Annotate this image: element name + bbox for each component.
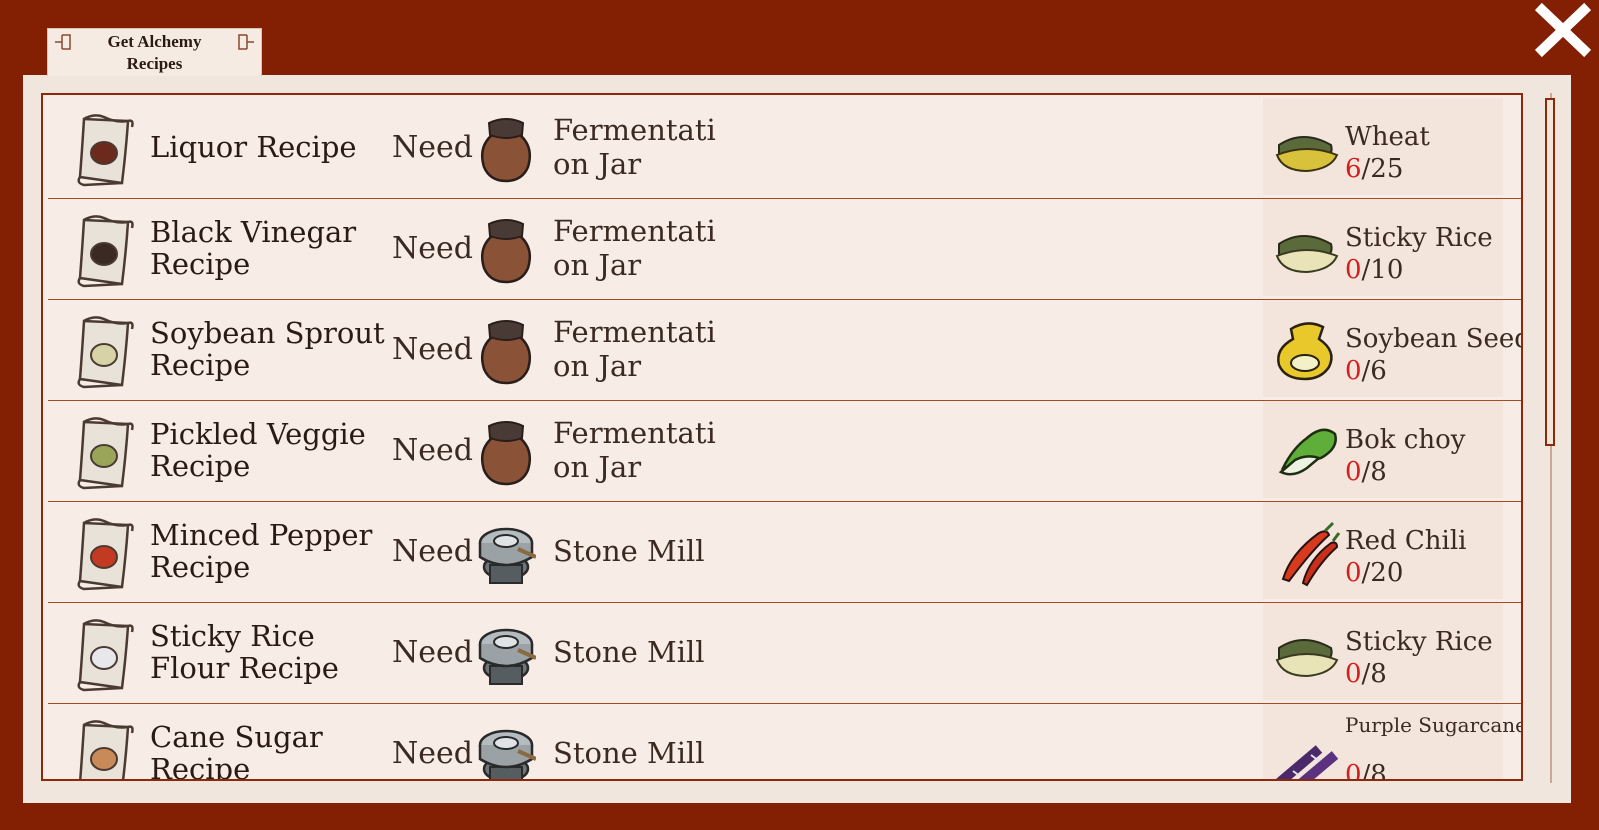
recipe-scroll-icon <box>77 316 134 389</box>
ingredient-count: 6/25 <box>1345 153 1403 185</box>
tab-label: Get Alchemy Recipes <box>107 32 202 73</box>
recipe-name: Soybean Sprout Recipe <box>150 315 385 382</box>
ingredient-total: /8 <box>1361 760 1387 781</box>
ingredient-count: 0/6 <box>1345 355 1387 387</box>
need-label: Need <box>392 635 473 670</box>
ingredient-name: Soybean Seed <box>1345 324 1523 354</box>
ingredient-have: 0 <box>1345 356 1362 386</box>
recipe-scroll-icon <box>77 114 134 187</box>
ingredient-count: 0/8 <box>1345 658 1387 690</box>
station-name: Stone Mill <box>553 634 705 669</box>
recipe-name: Liquor Recipe <box>150 129 357 164</box>
ingredient-total: /8 <box>1361 457 1387 487</box>
ingredient-have: 0 <box>1345 558 1362 588</box>
fermentation-jar-icon <box>481 118 531 183</box>
ingredient-have: 0 <box>1345 457 1362 487</box>
ingredient-total: /8 <box>1361 659 1387 689</box>
soybean-icon <box>1277 322 1333 381</box>
recipe-name: Black Vinegar Recipe <box>150 214 357 281</box>
corner-ornament-icon <box>238 34 254 50</box>
recipe-list[interactable]: Liquor Recipe Need Fermentation Jar Whea… <box>41 93 1523 781</box>
ingredient-have: 0 <box>1345 760 1362 781</box>
recipe-row[interactable]: Cane Sugar Recipe Need Stone Mill Purple… <box>48 701 1523 781</box>
fermentation-jar-icon <box>481 320 531 385</box>
scroll-thumb[interactable] <box>1545 98 1555 446</box>
fermentation-jar-icon <box>481 219 531 284</box>
recipe-row[interactable]: Liquor Recipe Need Fermentation Jar Whea… <box>48 95 1521 199</box>
ingredient-have: 0 <box>1345 255 1362 285</box>
stone-mill-icon <box>478 628 536 685</box>
recipe-scroll-icon <box>77 619 134 692</box>
ingredient-name: Wheat <box>1345 122 1430 152</box>
rice-icon <box>1275 639 1339 678</box>
stone-mill-icon <box>478 729 536 779</box>
recipe-name: Pickled Veggie Recipe <box>150 416 366 483</box>
station-name: Stone Mill <box>553 735 705 770</box>
ingredient-have: 0 <box>1345 659 1362 689</box>
recipe-scroll-icon <box>77 518 134 591</box>
station-name: Fermentation Jar <box>553 213 716 282</box>
recipe-row[interactable]: Black Vinegar Recipe Need Fermentation J… <box>48 196 1521 300</box>
need-label: Need <box>392 433 473 468</box>
tab-get-alchemy-recipes[interactable]: Get Alchemy Recipes <box>47 28 262 76</box>
ingredient-total: /25 <box>1361 154 1404 184</box>
ingredient-count: 0/8 <box>1345 456 1387 488</box>
ingredient-name: Red Chili <box>1345 526 1467 556</box>
recipe-scroll-icon <box>77 417 134 490</box>
need-label: Need <box>392 231 473 266</box>
station-name: Fermentation Jar <box>553 415 716 484</box>
bokchoy-icon <box>1278 428 1337 476</box>
close-button[interactable] <box>1530 0 1599 60</box>
recipe-name: Sticky Rice Flour Recipe <box>150 618 339 685</box>
ingredient-name: Purple Sugarcane <box>1345 713 1523 737</box>
close-icon <box>1534 2 1592 58</box>
scrollbar[interactable] <box>1545 93 1557 783</box>
fermentation-jar-icon <box>481 421 531 486</box>
recipe-row[interactable]: Minced Pepper Recipe Need Stone Mill Red… <box>48 499 1521 603</box>
need-label: Need <box>392 736 473 771</box>
need-label: Need <box>392 332 473 367</box>
ingredient-have: 6 <box>1345 154 1362 184</box>
need-label: Need <box>392 130 473 165</box>
ingredient-count: 0/20 <box>1345 557 1403 589</box>
ingredient-total: /20 <box>1361 558 1404 588</box>
recipe-name: Cane Sugar Recipe <box>150 719 323 781</box>
ingredient-count: 0/10 <box>1345 254 1403 286</box>
station-name: Stone Mill <box>553 533 705 568</box>
station-name: Fermentation Jar <box>553 314 716 383</box>
recipe-scroll-icon <box>79 720 134 779</box>
ingredient-count: 0/8 <box>1345 759 1387 781</box>
stone-mill-icon <box>478 527 536 584</box>
ingredient-total: /10 <box>1361 255 1404 285</box>
sugarcane-icon <box>1275 745 1339 779</box>
recipe-scroll-icon <box>77 215 134 288</box>
wheat-icon <box>1275 136 1339 173</box>
ingredient-name: Sticky Rice <box>1345 627 1493 657</box>
ingredient-name: Sticky Rice <box>1345 223 1493 253</box>
station-name: Fermentation Jar <box>553 112 716 181</box>
ingredient-total: /6 <box>1361 356 1387 386</box>
recipe-row[interactable]: Sticky Rice Flour Recipe Need Stone Mill… <box>48 600 1521 704</box>
rice-icon <box>1275 235 1339 274</box>
ingredient-name: Bok choy <box>1345 425 1466 455</box>
need-label: Need <box>392 534 473 569</box>
recipe-name: Minced Pepper Recipe <box>150 517 373 584</box>
chili-icon <box>1281 521 1341 587</box>
corner-ornament-icon <box>55 34 71 50</box>
recipe-row[interactable]: Pickled Veggie Recipe Need Fermentation … <box>48 398 1521 502</box>
recipe-row[interactable]: Soybean Sprout Recipe Need Fermentation … <box>48 297 1521 401</box>
